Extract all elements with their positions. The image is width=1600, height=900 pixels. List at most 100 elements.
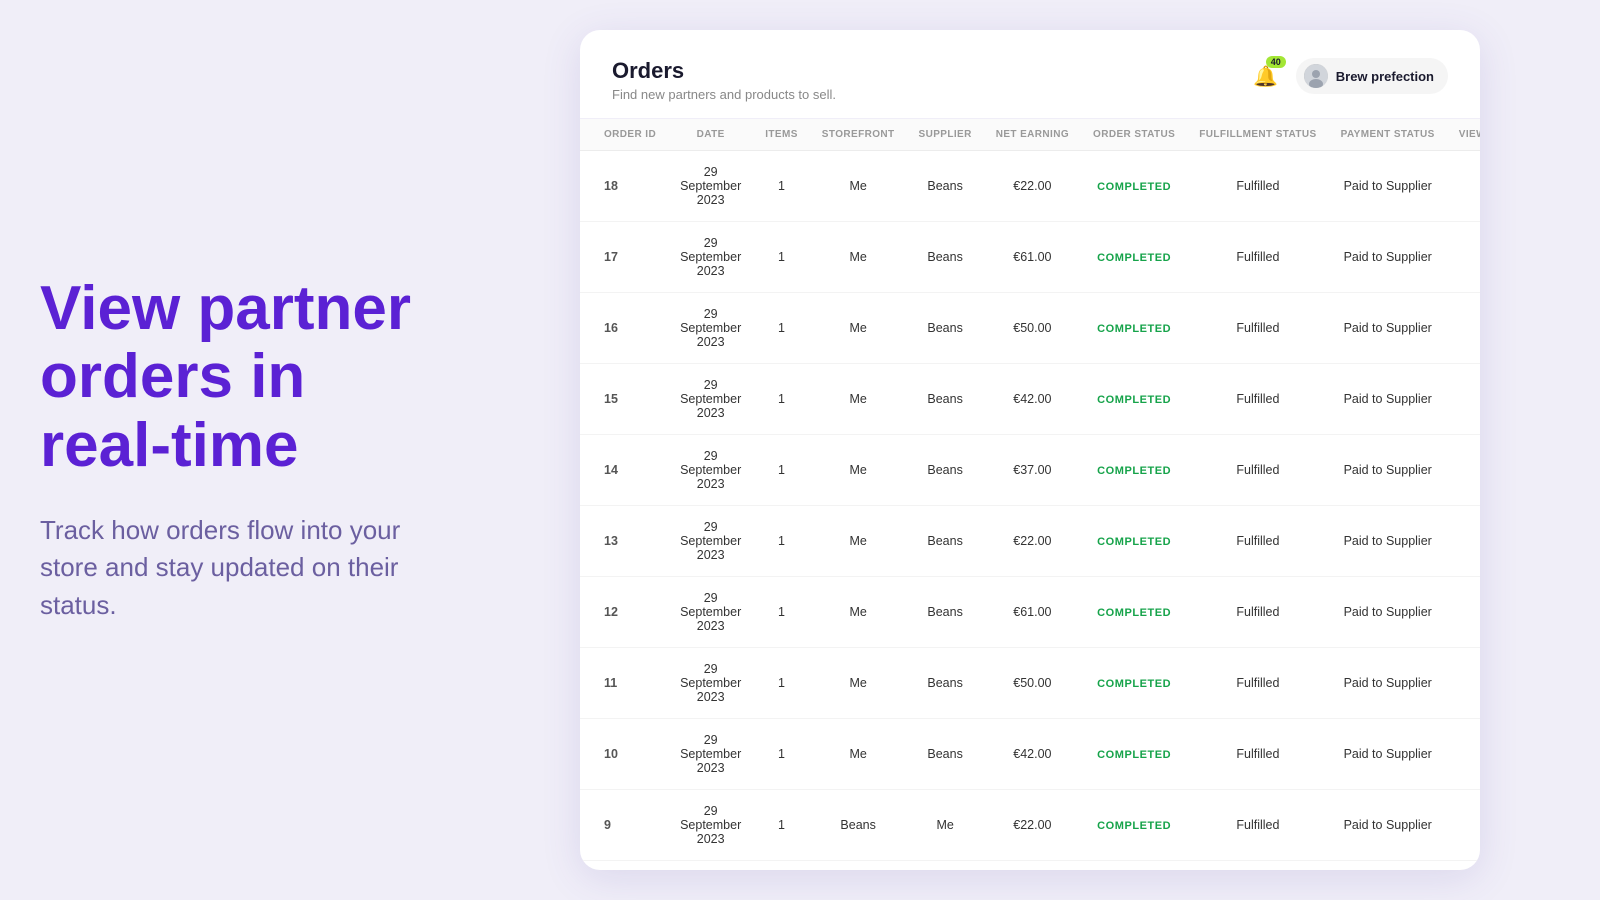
- cell-earning: €50.00: [984, 293, 1081, 364]
- cell-view-shopify[interactable]: [1447, 577, 1480, 648]
- col-date: DATE: [668, 119, 753, 151]
- cell-earning: €37.00: [984, 861, 1081, 871]
- cell-storefront: Beans: [810, 790, 907, 861]
- table-row: 10 29 September 2023 1 Me Beans €42.00 C…: [580, 719, 1480, 790]
- cell-date: 29 September 2023: [668, 293, 753, 364]
- cell-items: 1: [753, 790, 810, 861]
- cell-earning: €61.00: [984, 222, 1081, 293]
- cell-fulfillment: Fulfilled: [1187, 719, 1328, 790]
- cell-storefront: Me: [810, 577, 907, 648]
- cell-fulfillment: Fulfilled: [1187, 293, 1328, 364]
- notification-badge: 40: [1266, 56, 1286, 68]
- cell-view-shopify[interactable]: [1447, 861, 1480, 871]
- cell-items: 1: [753, 861, 810, 871]
- cell-storefront: Me: [810, 151, 907, 222]
- cell-order-status: COMPLETED: [1081, 151, 1187, 222]
- table-row: 17 29 September 2023 1 Me Beans €61.00 C…: [580, 222, 1480, 293]
- col-items: ITEMS: [753, 119, 810, 151]
- user-pill[interactable]: Brew prefection: [1296, 58, 1448, 94]
- cell-id: 18: [580, 151, 668, 222]
- table-row: 16 29 September 2023 1 Me Beans €50.00 C…: [580, 293, 1480, 364]
- cell-storefront: Me: [810, 719, 907, 790]
- cell-supplier: Beans: [907, 648, 984, 719]
- cell-items: 1: [753, 648, 810, 719]
- cell-id: 16: [580, 293, 668, 364]
- cell-supplier: Beans: [907, 577, 984, 648]
- cell-fulfillment: Fulfilled: [1187, 435, 1328, 506]
- col-net-earning: NET EARNING: [984, 119, 1081, 151]
- left-panel: View partner orders in real-time Track h…: [0, 215, 480, 685]
- notification-button[interactable]: 🔔 40: [1248, 58, 1284, 94]
- cell-earning: €42.00: [984, 719, 1081, 790]
- cell-payment: Paid to Supplier: [1329, 577, 1447, 648]
- right-panel: Orders Find new partners and products to…: [480, 0, 1600, 900]
- cell-view-shopify[interactable]: [1447, 790, 1480, 861]
- cell-date: 29 September 2023: [668, 222, 753, 293]
- cell-id: 11: [580, 648, 668, 719]
- cell-order-status: COMPLETED: [1081, 293, 1187, 364]
- cell-storefront: Me: [810, 364, 907, 435]
- cell-date: 29 September 2023: [668, 364, 753, 435]
- cell-view-shopify[interactable]: [1447, 151, 1480, 222]
- cell-payment: Paid to Supplier: [1329, 293, 1447, 364]
- cell-order-status: COMPLETED: [1081, 364, 1187, 435]
- cell-view-shopify[interactable]: [1447, 719, 1480, 790]
- cell-items: 1: [753, 364, 810, 435]
- cell-view-shopify[interactable]: [1447, 506, 1480, 577]
- col-supplier: SUPPLIER: [907, 119, 984, 151]
- cell-date: 28 September 2023: [668, 861, 753, 871]
- cell-supplier: Me: [907, 790, 984, 861]
- cell-view-shopify[interactable]: [1447, 222, 1480, 293]
- cell-id: 9: [580, 790, 668, 861]
- cell-fulfillment: Fulfilled: [1187, 364, 1328, 435]
- cell-view-shopify[interactable]: [1447, 364, 1480, 435]
- cell-view-shopify[interactable]: [1447, 648, 1480, 719]
- table-row: 13 29 September 2023 1 Me Beans €22.00 C…: [580, 506, 1480, 577]
- orders-table: ORDER ID DATE ITEMS STOREFRONT SUPPLIER …: [580, 119, 1480, 870]
- cell-items: 1: [753, 151, 810, 222]
- table-header-row: ORDER ID DATE ITEMS STOREFRONT SUPPLIER …: [580, 119, 1480, 151]
- cell-payment: Paid to Supplier: [1329, 222, 1447, 293]
- cell-date: 29 September 2023: [668, 435, 753, 506]
- cell-order-status: COMPLETED: [1081, 222, 1187, 293]
- cell-id: 8: [580, 861, 668, 871]
- cell-earning: €37.00: [984, 435, 1081, 506]
- cell-payment: Paid to Supplier: [1329, 435, 1447, 506]
- cell-storefront: Me: [810, 293, 907, 364]
- cell-earning: €42.00: [984, 364, 1081, 435]
- header-right: 🔔 40 Brew prefection: [1248, 58, 1448, 94]
- cell-supplier: Beans: [907, 293, 984, 364]
- cell-fulfillment: Fulfilled: [1187, 151, 1328, 222]
- cell-items: 1: [753, 506, 810, 577]
- cell-view-shopify[interactable]: [1447, 435, 1480, 506]
- cell-id: 12: [580, 577, 668, 648]
- cell-supplier: Beans: [907, 222, 984, 293]
- cell-storefront: Beans: [810, 861, 907, 871]
- cell-fulfillment: Fulfilled: [1187, 790, 1328, 861]
- cell-supplier: Beans: [907, 506, 984, 577]
- cell-payment: Paid to Supplier: [1329, 648, 1447, 719]
- cell-id: 13: [580, 506, 668, 577]
- cell-order-status: COMPLETED: [1081, 648, 1187, 719]
- table-wrapper[interactable]: ORDER ID DATE ITEMS STOREFRONT SUPPLIER …: [580, 119, 1480, 870]
- col-storefront: STOREFRONT: [810, 119, 907, 151]
- cell-supplier: Beans: [907, 364, 984, 435]
- cell-storefront: Me: [810, 648, 907, 719]
- table-row: 18 29 September 2023 1 Me Beans €22.00 C…: [580, 151, 1480, 222]
- cell-earning: €22.00: [984, 151, 1081, 222]
- cell-supplier: Me: [907, 861, 984, 871]
- user-name: Brew prefection: [1336, 69, 1434, 84]
- cell-payment: Paid to Supplier: [1329, 151, 1447, 222]
- cell-id: 14: [580, 435, 668, 506]
- cell-items: 1: [753, 222, 810, 293]
- table-row: 11 29 September 2023 1 Me Beans €50.00 C…: [580, 648, 1480, 719]
- cell-payment: Paid to Supplier: [1329, 506, 1447, 577]
- cell-payment: Paid to Supplier: [1329, 861, 1447, 871]
- card-header: Orders Find new partners and products to…: [580, 30, 1480, 119]
- cell-view-shopify[interactable]: [1447, 293, 1480, 364]
- cell-items: 1: [753, 435, 810, 506]
- cell-date: 29 September 2023: [668, 151, 753, 222]
- cell-storefront: Me: [810, 506, 907, 577]
- cell-items: 1: [753, 577, 810, 648]
- cell-payment: Paid to Supplier: [1329, 790, 1447, 861]
